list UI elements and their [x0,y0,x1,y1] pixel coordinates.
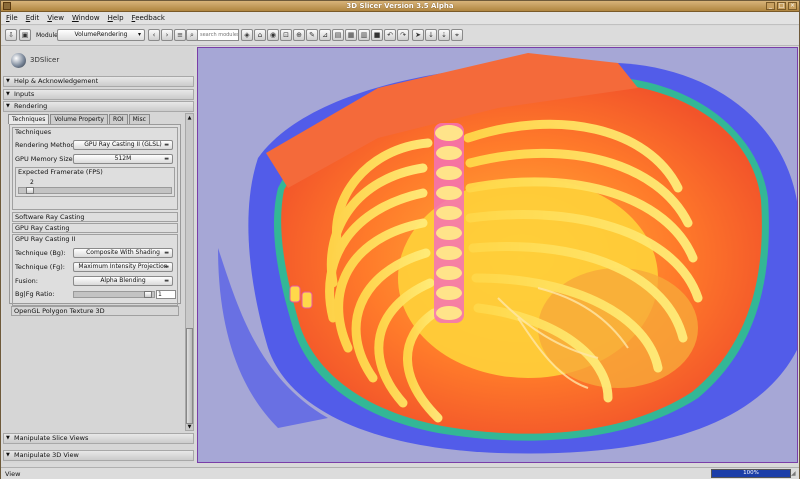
section-help[interactable]: ▼ Help & Acknowledgement [3,76,194,87]
menu-view[interactable]: View [47,14,64,22]
technique-fg-select[interactable]: Maximum Intensity Projection [73,262,173,272]
transforms-icon[interactable]: ⊕ [293,29,305,41]
slider-handle[interactable] [144,291,152,298]
section-inputs[interactable]: ▼ Inputs [3,89,194,100]
panel-scrollbar[interactable]: ▲ ▼ [185,113,194,431]
software-ray-casting-group[interactable]: Software Ray Casting [12,212,178,222]
menu-window[interactable]: Window [72,14,100,22]
3d-view[interactable] [197,47,798,463]
capture-icon[interactable]: ▤ [332,29,344,41]
menu-edit[interactable]: Edit [26,14,40,22]
expand-arrow-icon: ▼ [6,78,10,84]
slicer-logo-icon [11,52,26,68]
scroll-down-icon[interactable]: ▼ [186,423,193,431]
menu-help[interactable]: Help [108,14,124,22]
slider-handle[interactable] [26,187,34,194]
resize-grip-icon[interactable]: ◢ [791,470,798,477]
scroll-up-icon[interactable]: ▲ [186,114,193,122]
menu-bar: File Edit View Window Help Feedback [1,12,799,25]
technique-bg-select[interactable]: Composite With Shading [73,248,173,258]
gpu-ray-casting-group[interactable]: GPU Ray Casting [12,223,178,233]
module-history-icon[interactable]: ≡ [174,29,186,41]
prev-module-icon[interactable]: ‹ [148,29,160,41]
menu-feedback[interactable]: Feedback [132,14,165,22]
rendering-section-body: Techniques Volume Property ROI Misc Tech… [5,113,185,433]
section-manipulate-3d-view[interactable]: ▼ Manipulate 3D View [3,450,194,461]
ratio-label: Bg|Fg Ratio: [15,290,55,298]
maximize-button[interactable]: □ [777,2,786,10]
ratio-value-field[interactable]: 1 [156,290,176,299]
close-button[interactable]: × [788,2,797,10]
tab-techniques[interactable]: Techniques [8,114,50,124]
status-bar: View 100% ◢ [1,467,799,479]
conventional-layout-icon[interactable]: ▥ [358,29,370,41]
fiducials-icon[interactable]: ⊡ [280,29,292,41]
place-fiducial-icon[interactable]: ↓ [425,29,437,41]
title-bar[interactable]: 3D Slicer Version 3.5 Alpha _ □ × [1,1,799,12]
module-panel: 3DSlicer ▼ Help & Acknowledgement ▼ Inputs… [3,47,194,463]
technique-fg-label: Technique (Fg): [15,263,65,271]
window-title: 3D Slicer Version 3.5 Alpha [346,2,454,10]
search-input[interactable] [197,29,239,41]
techniques-group: Techniques Rendering Method GPU Ray Cast… [12,127,178,210]
progress-bar: 100% [711,469,791,478]
module-select[interactable]: VolumeRendering [57,29,145,41]
layout-icon[interactable]: ▦ [345,29,357,41]
toolbar: ⇩ ▣ Modules: VolumeRendering ‹ › ≡ ⌕ ◈ ⌂… [1,26,799,46]
tab-roi[interactable]: ROI [108,114,128,124]
expand-arrow-icon: ▼ [6,452,10,458]
expand-arrow-icon: ▼ [6,103,10,109]
single-view-icon[interactable]: ■ [371,29,383,41]
techniques-group-title: Techniques [15,128,52,136]
section-manipulate-slice-views[interactable]: ▼ Manipulate Slice Views [3,433,194,444]
ratio-slider[interactable] [73,291,155,298]
redo-icon[interactable]: ↷ [397,29,409,41]
undo-icon[interactable]: ↶ [384,29,396,41]
editor-icon[interactable]: ✎ [306,29,318,41]
zoom-icon[interactable]: ⌖ [451,29,463,41]
gpu-ray-casting-ii-group: GPU Ray Casting II Technique (Bg): Compo… [12,234,178,306]
rendering-method-select[interactable]: GPU Ray Casting II (GLSL) [73,140,173,150]
rendering-method-label: Rendering Method [15,141,75,149]
gpu-memory-label: GPU Memory Size [15,155,73,163]
rendering-tabs: Techniques Volume Property ROI Misc [8,114,151,124]
scrollbar-thumb[interactable] [186,328,193,424]
techniques-pane: Techniques Rendering Method GPU Ray Cast… [9,124,181,306]
tab-misc[interactable]: Misc [128,114,150,124]
expand-arrow-icon: ▼ [6,435,10,441]
load-scene-icon[interactable]: ⇩ [5,29,17,41]
app-window: 3D Slicer Version 3.5 Alpha _ □ × File E… [0,0,800,479]
status-text: View [5,470,21,478]
measure-icon[interactable]: ⊿ [319,29,331,41]
opengl-group[interactable]: OpenGL Polygon Texture 3D [11,306,179,316]
minimize-button[interactable]: _ [766,2,775,10]
tab-volume-property[interactable]: Volume Property [50,114,108,124]
framerate-group: Expected Framerate (FPS) 2 [15,167,175,197]
pointer-icon[interactable]: ➤ [412,29,424,41]
slicer-logo: 3DSlicer [11,49,59,71]
models-icon[interactable]: ◉ [267,29,279,41]
technique-bg-label: Technique (Bg): [15,249,66,257]
save-icon[interactable]: ▣ [19,29,31,41]
framerate-title: Expected Framerate (FPS) [18,168,103,176]
volumes-icon[interactable]: ⌂ [254,29,266,41]
section-rendering[interactable]: ▼ Rendering [3,101,194,112]
menu-file[interactable]: File [6,14,18,22]
logo-text: 3DSlicer [30,56,60,64]
expand-arrow-icon: ▼ [6,91,10,97]
gpu-memory-select[interactable]: 512M [73,154,173,164]
fusion-select[interactable]: Alpha Blending [73,276,173,286]
fusion-label: Fusion: [15,277,38,285]
framerate-slider[interactable] [18,187,172,194]
framerate-value: 2 [30,179,34,186]
data-module-icon[interactable]: ◈ [241,29,253,41]
next-module-icon[interactable]: › [161,29,173,41]
volume-rendering-image [218,53,797,454]
pan-icon[interactable]: ⇣ [438,29,450,41]
